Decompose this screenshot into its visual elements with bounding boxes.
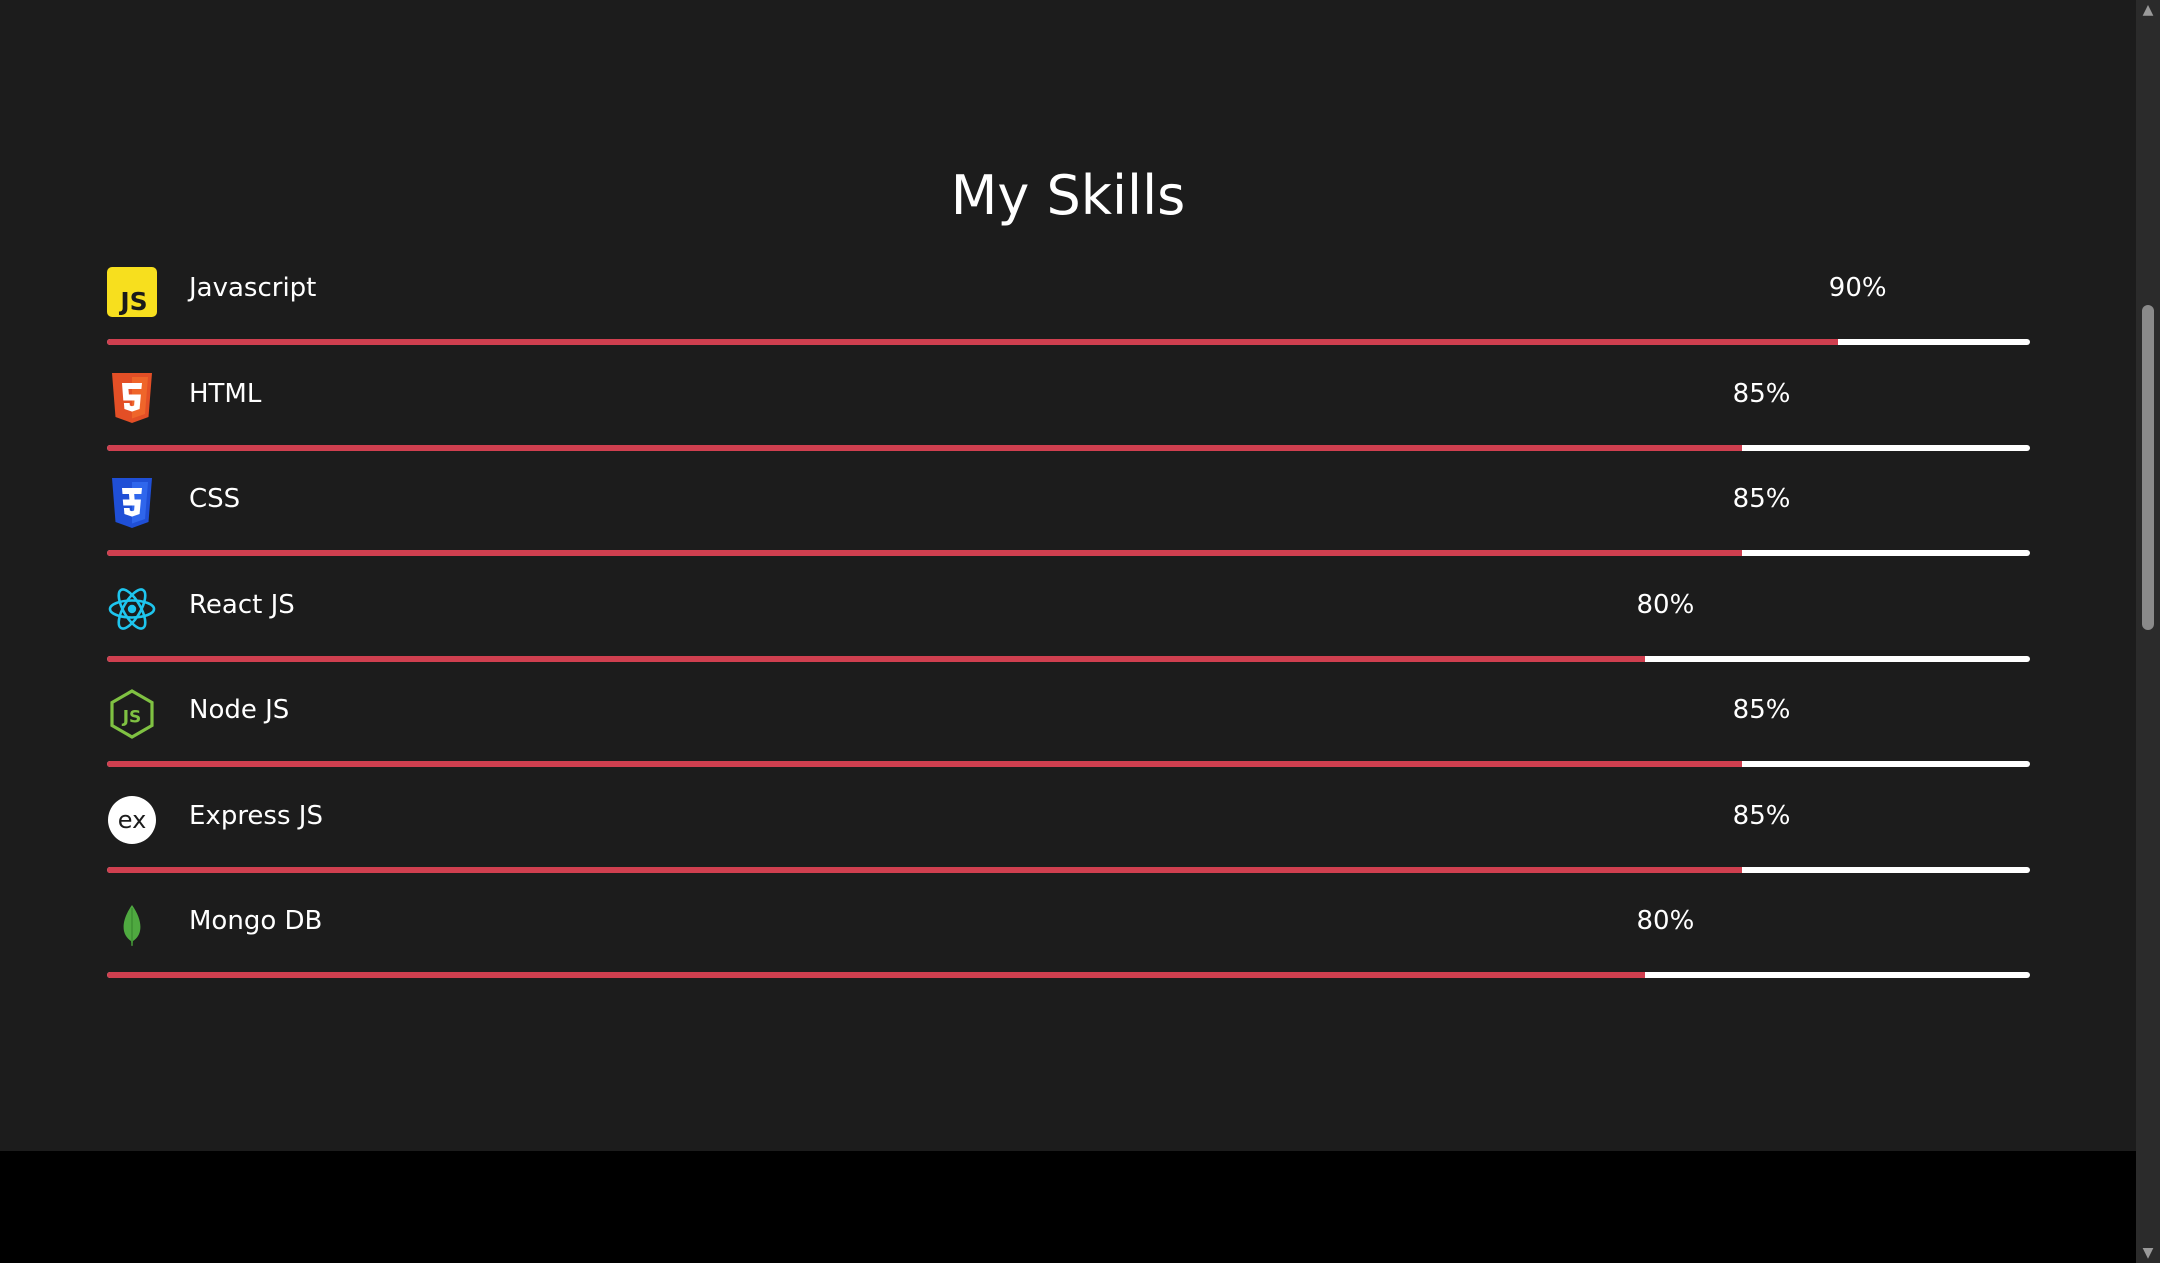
svg-text:JS: JS <box>122 708 142 728</box>
skill-name: CSS <box>189 484 241 514</box>
skill-percent: 85% <box>1732 484 1791 514</box>
skill-progress-fill <box>107 339 1838 345</box>
skill-progress-fill <box>107 866 1742 873</box>
skills-section: My Skills JS Javascript 90% HTML 85% CSS… <box>0 0 2136 1151</box>
nodejs-icon: JS <box>107 689 157 739</box>
page: My Skills JS Javascript 90% HTML 85% CSS… <box>0 0 2136 1263</box>
scroll-down-arrow-icon[interactable]: ▼ <box>2136 1243 2160 1263</box>
svg-text:ex: ex <box>118 806 147 834</box>
section-title: My Skills <box>950 164 1186 227</box>
skill-name: React JS <box>189 589 295 620</box>
skill-progress-bar <box>107 761 2030 767</box>
skills-list: JS Javascript 90% HTML 85% CSS 85% React… <box>107 263 2030 1002</box>
express-icon: ex <box>107 795 157 845</box>
skill-percent: 80% <box>1636 906 1695 936</box>
skill-percent: 90% <box>1828 273 1887 303</box>
skill-name: Node JS <box>189 695 290 725</box>
scrollbar-thumb[interactable] <box>2142 305 2154 630</box>
javascript-icon: JS <box>107 267 157 317</box>
skill-progress-bar <box>107 866 2030 873</box>
skill-progress-bar <box>107 550 2030 556</box>
skill-progress-fill <box>107 761 1742 767</box>
skill-item-mongodb: Mongo DB 80% <box>107 896 2030 1002</box>
skill-item-javascript: JS Javascript 90% <box>107 263 2030 369</box>
mongodb-icon <box>107 900 157 950</box>
skill-item-css: CSS 85% <box>107 474 2030 580</box>
skill-item-express: ex Express JS 85% <box>107 791 2030 897</box>
skill-progress-bar <box>107 444 2030 451</box>
css3-icon <box>107 478 157 528</box>
skill-percent: 85% <box>1732 800 1791 831</box>
skill-progress-fill <box>107 655 1646 662</box>
skill-item-nodejs: JS Node JS 85% <box>107 685 2030 791</box>
skill-name: Javascript <box>189 273 317 303</box>
skill-progress-bar <box>107 339 2030 345</box>
skill-progress-fill <box>107 550 1742 556</box>
vertical-scrollbar[interactable]: ▲ ▼ <box>2136 0 2160 1263</box>
footer <box>0 1151 2136 1263</box>
skill-name: HTML <box>189 378 262 409</box>
skill-percent: 85% <box>1732 378 1791 409</box>
skill-percent: 80% <box>1636 589 1695 620</box>
skill-progress-bar <box>107 972 2030 978</box>
skill-percent: 85% <box>1732 695 1791 725</box>
html5-icon <box>107 372 157 423</box>
skill-progress-fill <box>107 444 1742 451</box>
skill-item-react: React JS 80% <box>107 580 2030 686</box>
scroll-up-arrow-icon[interactable]: ▲ <box>2136 0 2160 20</box>
skill-name: Mongo DB <box>189 906 323 936</box>
react-icon <box>107 584 157 634</box>
skill-progress-fill <box>107 972 1646 978</box>
skill-name: Express JS <box>189 800 323 831</box>
skill-item-html: HTML 85% <box>107 369 2030 475</box>
skill-progress-bar <box>107 655 2030 662</box>
svg-text:JS: JS <box>118 287 147 316</box>
